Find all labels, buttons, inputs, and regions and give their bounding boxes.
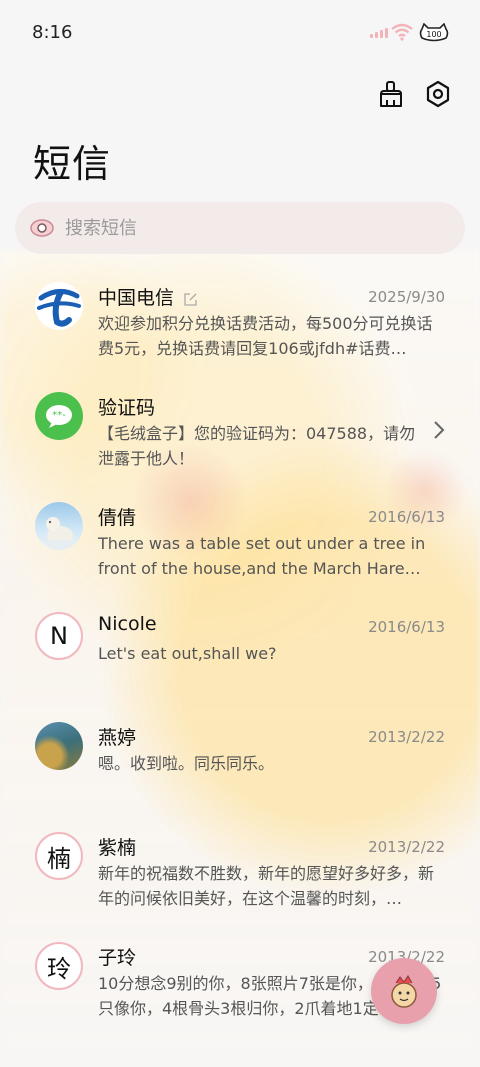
clean-brush-button[interactable] <box>377 80 405 108</box>
message-date: 2025/9/30 <box>368 288 445 306</box>
conversation-list: 中国电信 2025/9/30 欢迎参加积分兑换话费活动，每500分可兑换话费5元… <box>0 275 480 1045</box>
brush-icon <box>380 81 402 107</box>
polar-bear-avatar-icon <box>35 502 83 550</box>
svg-text:**-: **- <box>52 410 66 421</box>
message-preview: 新年的祝福数不胜数，新年的愿望好多好多，新年的问候依旧美好，在这个温馨的时刻，… <box>98 864 435 908</box>
conversation-item[interactable]: 燕婷 2013/2/22 嗯。收到啦。同乐同乐。 <box>0 715 480 825</box>
search-input[interactable] <box>63 216 437 240</box>
conversation-item[interactable]: 楠 紫楠 2013/2/22 新年的祝福数不胜数，新年的愿望好多好多，新年的问候… <box>0 825 480 935</box>
contact-name: 燕婷 <box>98 727 137 749</box>
message-date: 2016/6/13 <box>368 618 445 636</box>
conversation-item[interactable]: 中国电信 2025/9/30 欢迎参加积分兑换话费活动，每500分可兑换话费5元… <box>0 275 480 385</box>
message-date: 2013/2/22 <box>368 838 445 856</box>
conversation-item[interactable]: **- 验证码 【毛绒盒子】您的验证码为：047588，请勿泄露于他人！ <box>0 385 480 495</box>
landscape-avatar-icon <box>35 722 83 770</box>
chevron-right-icon <box>434 421 445 439</box>
signal-icon <box>370 28 388 38</box>
contact-name: 倩倩 <box>98 507 137 529</box>
status-time: 8:16 <box>32 22 73 43</box>
status-bar: 8:16 100 <box>0 0 480 68</box>
message-bubble-icon: **- <box>35 392 83 440</box>
letter-avatar: 玲 <box>35 942 83 990</box>
contact-name: 中国电信 <box>98 283 198 310</box>
contact-name: 验证码 <box>98 397 156 419</box>
contact-name-text: 中国电信 <box>98 287 175 309</box>
battery-icon: 100 <box>419 23 449 42</box>
new-message-button[interactable] <box>371 958 437 1024</box>
message-preview: Let's eat out,shall we? <box>98 644 277 663</box>
letter-avatar: N <box>35 612 83 660</box>
letter-avatar: 楠 <box>35 832 83 880</box>
edit-note-icon <box>184 292 197 306</box>
wifi-icon <box>391 23 413 41</box>
battery-level: 100 <box>426 30 441 39</box>
message-date: 2016/6/13 <box>368 508 445 526</box>
settings-button[interactable] <box>424 80 452 108</box>
china-telecom-logo-icon <box>35 282 83 330</box>
page-title: 短信 <box>33 142 112 186</box>
search-icon <box>29 215 55 241</box>
search-bar[interactable] <box>15 202 465 254</box>
message-preview: 嗯。收到啦。同乐同乐。 <box>98 754 275 773</box>
conversation-item[interactable]: N Nicole 2016/6/13 Let's eat out,shall w… <box>0 605 480 715</box>
conversation-item[interactable]: 倩倩 2016/6/13 There was a table set out u… <box>0 495 480 605</box>
settings-icon <box>426 80 450 108</box>
cartoon-mascot-icon <box>391 975 417 1008</box>
contact-name: 紫楠 <box>98 837 137 859</box>
message-preview: There was a table set out under a tree i… <box>98 534 426 578</box>
contact-name: Nicole <box>98 613 157 635</box>
message-preview: 欢迎参加积分兑换话费活动，每500分可兑换话费5元，兑换话费请回复106或jfd… <box>98 314 433 358</box>
message-date: 2013/2/22 <box>368 728 445 746</box>
contact-name: 子玲 <box>98 947 137 969</box>
message-preview: 【毛绒盒子】您的验证码为：047588，请勿泄露于他人！ <box>98 424 416 468</box>
